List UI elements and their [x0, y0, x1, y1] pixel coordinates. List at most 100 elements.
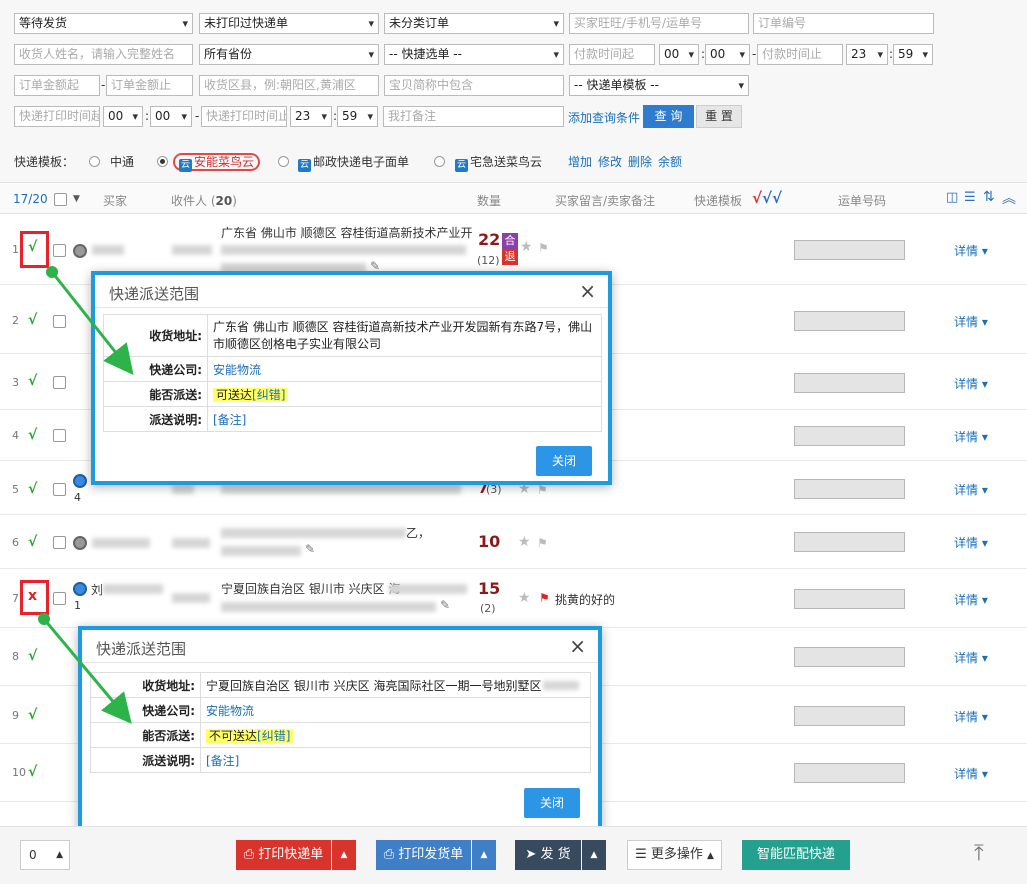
print-status-select[interactable]: 未打印过快递单: [199, 13, 379, 34]
smart-match-button[interactable]: 智能匹配快递: [742, 840, 850, 870]
print-time-end-input[interactable]: 快递打印时间止: [201, 106, 287, 127]
my-remark-input[interactable]: 我打备注: [383, 106, 564, 127]
amount-min-input[interactable]: 订单金额起: [14, 75, 100, 96]
row-checkbox[interactable]: [53, 244, 66, 257]
print-start-minute-select[interactable]: 00: [150, 106, 192, 127]
print-time-start-input[interactable]: 快递打印时间起: [14, 106, 100, 127]
waybill-input[interactable]: [794, 647, 905, 667]
print-delivery-button[interactable]: ⎙ 打印发货单: [376, 840, 471, 870]
company-link[interactable]: 安能物流: [213, 363, 261, 377]
row-checkbox[interactable]: [53, 592, 66, 605]
flag-icon[interactable]: ⚑: [539, 591, 550, 605]
star-icon[interactable]: ★: [518, 590, 531, 606]
print-express-dropdown[interactable]: ▲: [332, 840, 356, 870]
flag-icon[interactable]: ⚑: [538, 241, 549, 255]
template-option-ems[interactable]: 云邮政快递电子面单: [298, 152, 409, 172]
correction-link[interactable]: [纠错]: [257, 729, 290, 743]
waybill-input[interactable]: [794, 763, 905, 783]
wangwang-icon[interactable]: [73, 474, 87, 488]
template-radio-zjs[interactable]: [434, 156, 445, 167]
deliverable-mark[interactable]: √: [28, 312, 37, 328]
waybill-input[interactable]: [794, 479, 905, 499]
template-radio-zto[interactable]: [89, 156, 100, 167]
waybill-input[interactable]: [794, 373, 905, 393]
row-checkbox[interactable]: [53, 376, 66, 389]
template-option-zto[interactable]: 中通: [110, 152, 134, 172]
detail-link[interactable]: 详情 ▾: [954, 481, 988, 498]
row-checkbox[interactable]: [53, 536, 66, 549]
close-button[interactable]: 关闭: [536, 446, 592, 476]
deliverable-mark[interactable]: √: [28, 534, 37, 550]
receiver-name-input[interactable]: 收货人姓名，请输入完整姓名: [14, 44, 193, 65]
wangwang-icon[interactable]: [73, 582, 87, 596]
close-button[interactable]: 关闭: [524, 788, 580, 818]
quick-select[interactable]: -- 快捷选单 --: [384, 44, 564, 65]
pay-start-minute-select[interactable]: 00: [705, 44, 750, 65]
template-radio-ems[interactable]: [278, 156, 289, 167]
edit-icon[interactable]: ✎: [305, 542, 315, 556]
close-icon[interactable]: ×: [579, 279, 596, 303]
back-to-top-icon[interactable]: ⤒: [974, 841, 984, 866]
order-number-input[interactable]: 订单编号: [753, 13, 934, 34]
pay-end-minute-select[interactable]: 59: [893, 44, 933, 65]
print-delivery-dropdown[interactable]: ▲: [472, 840, 496, 870]
print-end-minute-select[interactable]: 59: [337, 106, 378, 127]
wangwang-icon[interactable]: [73, 536, 87, 550]
flag-icon[interactable]: ⚑: [537, 483, 548, 497]
detail-link[interactable]: 详情 ▾: [954, 313, 988, 330]
collapse-icon[interactable]: ︽: [1002, 188, 1016, 208]
close-icon[interactable]: ×: [569, 634, 586, 658]
chevron-down-icon[interactable]: ▼: [73, 194, 80, 204]
print-express-button[interactable]: ⎙ 打印快递单: [236, 840, 331, 870]
ship-button[interactable]: ➤ 发 货: [515, 840, 581, 870]
category-select[interactable]: 未分类订单: [384, 13, 564, 34]
pay-end-hour-select[interactable]: 23: [846, 44, 888, 65]
waybill-input[interactable]: [794, 589, 905, 609]
deliverable-mark[interactable]: √: [28, 481, 37, 497]
columns-icon[interactable]: ◫: [946, 190, 958, 205]
add-condition-link[interactable]: 添加查询条件: [568, 109, 640, 126]
deliverable-mark[interactable]: √: [28, 707, 37, 723]
order-status-select[interactable]: 等待发货: [14, 13, 193, 34]
table-row[interactable]: 7 x 刘 1 宁夏回族自治区 银川市 兴庆区 海 ✎ 15 (2) ★ ⚑ 挑…: [0, 570, 1027, 628]
more-actions-button[interactable]: ☰ 更多操作 ▲: [627, 840, 722, 870]
district-input[interactable]: 收货区县，例:朝阳区,黄浦区: [199, 75, 379, 96]
select-all-checkbox[interactable]: [54, 193, 67, 206]
row-checkbox[interactable]: [53, 315, 66, 328]
flag-icon[interactable]: ⚑: [537, 536, 548, 550]
detail-link[interactable]: 详情 ▾: [954, 242, 988, 259]
template-edit-link[interactable]: 修改: [598, 152, 622, 172]
company-link[interactable]: 安能物流: [206, 704, 254, 718]
buyer-search-input[interactable]: 买家旺旺/手机号/运单号: [569, 13, 749, 34]
settings-icon[interactable]: ☰: [964, 190, 976, 205]
detail-link[interactable]: 详情 ▾: [954, 649, 988, 666]
page-size-select[interactable]: 0 ▲: [20, 840, 70, 870]
template-balance-link[interactable]: 余额: [658, 152, 682, 172]
note-link[interactable]: [备注]: [213, 413, 246, 427]
detail-link[interactable]: 详情 ▾: [954, 765, 988, 782]
template-add-link[interactable]: 增加: [568, 152, 592, 172]
template-option-zjs[interactable]: 云宅急送菜鸟云: [455, 152, 542, 172]
sort-icon[interactable]: ⇅: [983, 189, 995, 205]
deliverable-mark[interactable]: √: [28, 373, 37, 389]
edit-icon[interactable]: ✎: [440, 598, 450, 612]
reset-button[interactable]: 重 置: [696, 105, 742, 128]
star-icon[interactable]: ★: [520, 239, 533, 255]
detail-link[interactable]: 详情 ▾: [954, 591, 988, 608]
table-row[interactable]: 6 √ 乙， ✎ 10 ★ ⚑ 详情 ▾: [0, 516, 1027, 569]
template-option-anneng[interactable]: 云安能菜鸟云: [173, 153, 261, 172]
waybill-input[interactable]: [794, 240, 905, 260]
detail-link[interactable]: 详情 ▾: [954, 708, 988, 725]
detail-link[interactable]: 详情 ▾: [954, 375, 988, 392]
waybill-input[interactable]: [794, 532, 905, 552]
detail-link[interactable]: 详情 ▾: [954, 428, 988, 445]
row-checkbox[interactable]: [53, 429, 66, 442]
note-link[interactable]: [备注]: [206, 754, 239, 768]
deliverable-mark[interactable]: √: [28, 648, 37, 664]
pay-time-end-input[interactable]: 付款时间止: [757, 44, 843, 65]
correction-link[interactable]: [纠错]: [252, 388, 285, 402]
query-button[interactable]: 查 询: [643, 105, 694, 128]
template-radio-anneng[interactable]: [157, 156, 168, 167]
pay-time-start-input[interactable]: 付款时间起: [569, 44, 655, 65]
print-start-hour-select[interactable]: 00: [103, 106, 143, 127]
